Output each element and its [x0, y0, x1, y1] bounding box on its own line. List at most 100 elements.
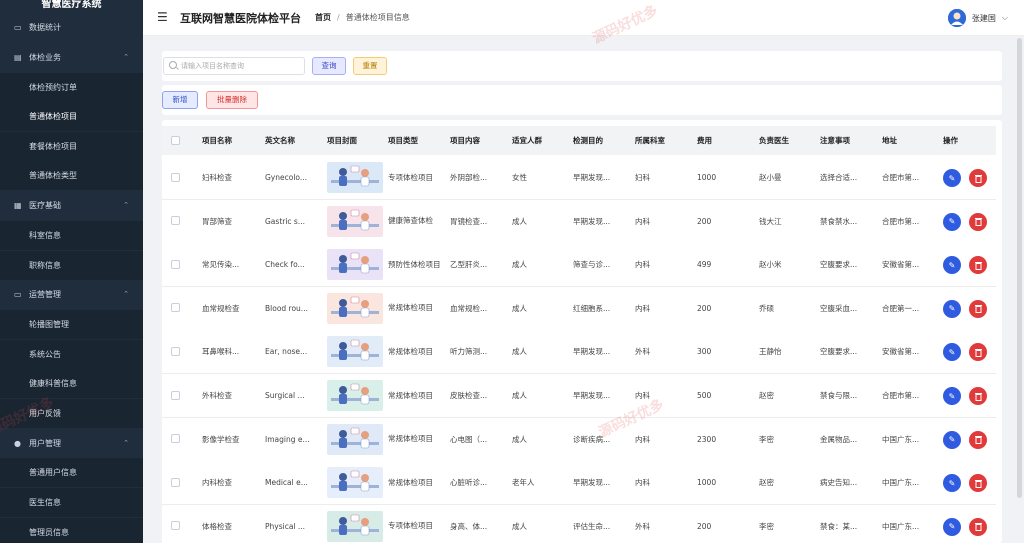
sidebar-item[interactable]: 套餐体检项目 [0, 132, 143, 161]
table-row[interactable]: 影像学检查 Imaging e... 心电图（... 成人 诊断疾病... 内科 2300 李… [162, 417, 996, 462]
delete-icon[interactable] [969, 474, 987, 493]
avatar[interactable] [947, 9, 966, 27]
table-row[interactable]: 胃部筛查 Gastric s... 胃镜检查... 成人 早期发现... 内科 200 钱大江… [162, 199, 996, 244]
table-cell: 合肥市第... [882, 216, 920, 226]
delete-icon[interactable] [969, 299, 987, 318]
table-cell: 禁食禁水... [820, 216, 858, 226]
edit-icon[interactable]: ✎ [943, 474, 961, 493]
user-name[interactable]: 张建国 [972, 13, 996, 24]
sidebar-item[interactable]: 医生信息 [0, 488, 143, 517]
sidebar-item[interactable]: ▤ 体检业务 ⌃ [0, 43, 143, 72]
column-header: 所属科室 [635, 136, 665, 145]
breadcrumb-current: 普通体检项目信息 [345, 13, 410, 22]
row-checkbox[interactable] [171, 477, 180, 487]
table-cell: 乔硕 [759, 303, 774, 313]
reset-button[interactable]: 重置 [353, 57, 387, 75]
column-header: 操作 [943, 136, 958, 145]
select-all-checkbox[interactable] [171, 135, 180, 145]
project-cover-image [327, 249, 383, 281]
row-checkbox[interactable] [171, 434, 180, 444]
edit-icon[interactable]: ✎ [943, 212, 961, 231]
user-menu[interactable]: 张建国 ⌵ [947, 7, 1008, 29]
delete-icon[interactable] [969, 169, 987, 187]
edit-icon[interactable]: ✎ [943, 517, 961, 536]
scrollbar[interactable] [1017, 38, 1022, 498]
table-row[interactable]: 外科检查 Surgical ... 皮肤检查... 成人 早期发现... 内科 500 赵密禁… [162, 374, 996, 418]
delete-icon[interactable] [969, 343, 987, 362]
hamburger-menu-icon[interactable]: ☰ [157, 10, 168, 24]
table-row[interactable]: 内科检查 Medical e... 心脏听诊... 老年人 早期发现... 内科 1000 赵… [162, 461, 996, 506]
sidebar-item[interactable]: 普通体检项目 [0, 102, 143, 131]
top-header: ☰ 互联网智慧医院体检平台 首页 / 普通体检项目信息 张建国 ⌵ [143, 0, 1024, 36]
search-input[interactable]: 请输入项目名称查询 [163, 57, 305, 75]
table-row[interactable]: 妇科检查 Gynecolo... 外阴部检... 女性 早期发现... 妇科 1000 赵小曼… [162, 156, 996, 200]
edit-icon[interactable]: ✎ [943, 343, 961, 362]
table-cell: Gastric s... [265, 216, 305, 226]
table-row[interactable]: 常见传染... Check fo... 乙型肝炎... 成人 筛查与诊... 内科 499 赵… [162, 243, 996, 288]
sidebar-item[interactable]: ▦ 医疗基础 ⌃ [0, 191, 143, 220]
delete-icon[interactable] [969, 517, 987, 536]
table-header: 项目名称 英文名称 项目封面 项目类型 项目内容 适宜人群 检测目的 所属科室 费用 负责医生 注意… [162, 126, 996, 155]
chevron-up-icon: ⌃ [123, 290, 129, 298]
table-cell: 成人 [512, 347, 527, 357]
row-checkbox[interactable] [171, 521, 180, 531]
column-header: 英文名称 [265, 136, 295, 145]
edit-icon[interactable]: ✎ [943, 387, 961, 405]
sidebar-item[interactable]: ▭ 运营管理 ⌃ [0, 280, 143, 309]
sidebar-item[interactable]: 健康科普信息 [0, 369, 143, 398]
breadcrumb-home[interactable]: 首页 [315, 13, 331, 22]
table-cell: 中国广东... [882, 434, 920, 444]
row-checkbox[interactable] [171, 303, 180, 313]
table-cell: 成人 [512, 216, 527, 226]
sidebar-item[interactable]: 普通体检类型 [0, 161, 143, 190]
table-cell: 安徽省第... [882, 347, 920, 357]
app-title: 互联网智慧医院体检平台 [180, 12, 301, 25]
delete-icon[interactable] [969, 430, 987, 449]
sidebar-item[interactable]: 轮播图管理 [0, 310, 143, 339]
query-button[interactable]: 查询 [312, 57, 346, 75]
batch-delete-button[interactable]: 批量删除 [206, 91, 258, 109]
row-checkbox[interactable] [171, 346, 180, 356]
sidebar-item[interactable]: 科室信息 [0, 221, 143, 250]
delete-icon[interactable] [969, 387, 987, 405]
table-cell: Ear, nose... [265, 347, 308, 357]
edit-icon[interactable]: ✎ [943, 256, 961, 275]
table-cell: 中国广东... [882, 478, 920, 488]
sidebar-item-label: 医生信息 [29, 498, 61, 507]
table-row[interactable]: 体格检查 Physical ... 身高、体... 成人 评估生命... 外科 200 李密 禁… [162, 504, 996, 543]
table-cell: 评估生命... [573, 521, 611, 531]
row-checkbox[interactable] [171, 172, 180, 182]
table-cell: 外科 [635, 347, 650, 357]
sidebar-item[interactable]: 管理员信息 [0, 518, 143, 543]
edit-icon[interactable]: ✎ [943, 299, 961, 318]
table-cell: 选择合适... [820, 173, 858, 182]
edit-icon[interactable]: ✎ [943, 169, 961, 187]
table-cell: 空腹要求... [820, 347, 858, 357]
sidebar-logo: 智慧医疗系统 [41, 0, 102, 10]
sidebar-item[interactable]: 体检预约订单 [0, 73, 143, 102]
row-checkbox[interactable] [171, 390, 180, 400]
delete-icon[interactable] [969, 212, 987, 231]
sidebar-item-label: 普通体检项目 [29, 112, 77, 121]
table-row[interactable]: 耳鼻喉科... Ear, nose... 听力筛测... 成人 早期发现... 外科 300… [162, 330, 996, 375]
sidebar-item[interactable]: ▭ 数据统计 [0, 13, 143, 42]
add-button[interactable]: 新增 [162, 91, 198, 109]
chevron-down-icon[interactable]: ⌵ [1002, 13, 1008, 23]
row-checkbox[interactable] [171, 259, 180, 269]
table-cell: 影像学检查 [202, 434, 240, 444]
delete-icon[interactable] [969, 256, 987, 275]
desktop-icon: ▭ [14, 290, 22, 299]
sidebar-item[interactable]: 系统公告 [0, 340, 143, 369]
edit-icon[interactable]: ✎ [943, 430, 961, 449]
table-cell: 1000 [697, 173, 717, 182]
project-cover-image [327, 467, 383, 499]
sidebar-item[interactable]: 职称信息 [0, 251, 143, 280]
sidebar: 智慧医疗系统 ▭ 数据统计 ▤ 体检业务 ⌃ 体检预约订单普通体检项目套餐体检项目 普通体检… [0, 0, 143, 543]
column-header: 项目封面 [327, 136, 357, 145]
row-checkbox[interactable] [171, 216, 180, 226]
table-row[interactable]: 血常规检查 Blood rou... 血常规检... 成人 红细胞系... 内科 200 乔硕… [162, 286, 996, 331]
sidebar-item[interactable]: 普通用户信息 [0, 458, 143, 487]
sidebar-item[interactable]: ● 用户管理 ⌃ [0, 429, 143, 458]
sidebar-item-label: 运营管理 [29, 290, 61, 299]
sidebar-item-label: 职称信息 [29, 261, 61, 270]
